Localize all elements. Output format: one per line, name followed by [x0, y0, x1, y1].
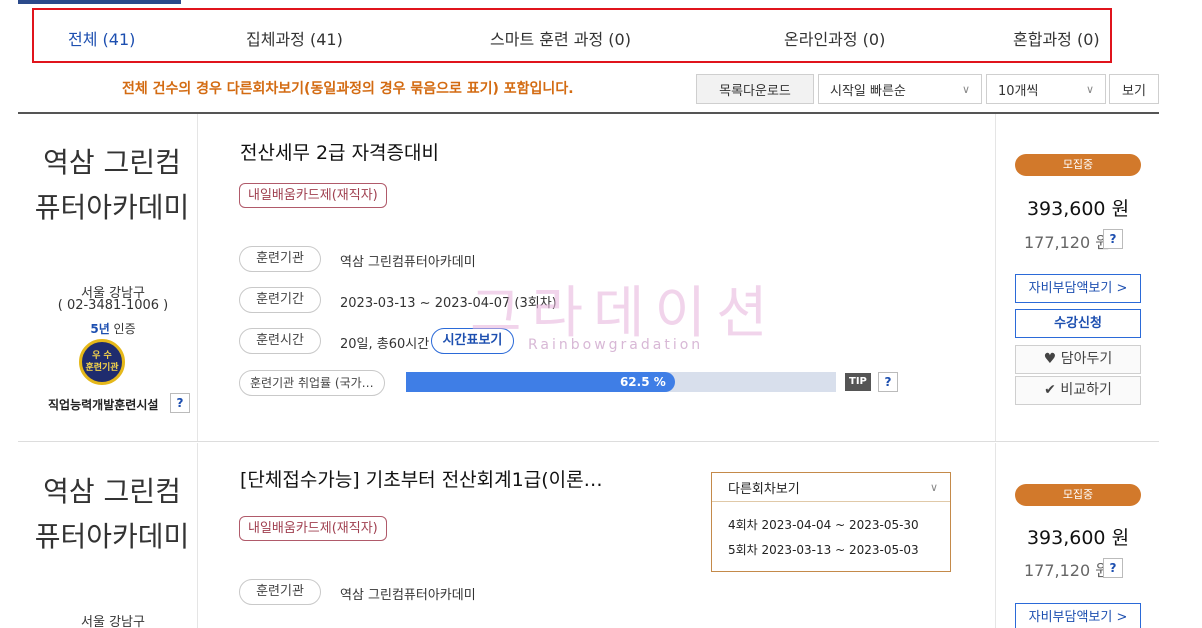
- chevron-down-icon: ∨: [929, 480, 938, 494]
- round-item[interactable]: 5회차 2023-03-13 ~ 2023-05-03: [728, 541, 919, 558]
- org-phone: ( 02-3481-1006 ): [57, 298, 169, 313]
- tab-blended[interactable]: 혼합과정 (0): [1013, 26, 1100, 50]
- org-label: 훈련기관: [239, 579, 321, 605]
- compare-button[interactable]: ✔ 비교하기: [1015, 376, 1141, 405]
- chevron-down-icon: ∨: [961, 82, 971, 96]
- sort-select[interactable]: 시작일 빠른순 ∨: [818, 74, 982, 104]
- heart-icon: ♥: [1043, 351, 1057, 367]
- period-label: 훈련기간: [239, 287, 321, 313]
- org-certification: 5년 인증: [18, 320, 208, 337]
- org-name[interactable]: 역삼 그린컴퓨터아카데미: [32, 140, 192, 230]
- cert-years: 5년: [90, 322, 110, 336]
- employment-rate-label: 62.5 %: [619, 375, 666, 389]
- top-accent-bar: [18, 0, 181, 4]
- price-column: 모집중 393,600 원 177,120 원 ? 자비부담액보기 >: [995, 443, 1159, 628]
- org-name[interactable]: 역삼 그린컴퓨터아카데미: [32, 469, 192, 559]
- check-icon: ✔: [1044, 382, 1056, 398]
- tab-online[interactable]: 온라인과정 (0): [784, 26, 885, 50]
- course-card: 역삼 그린컴퓨터아카데미 서울 강남구 [단체접수가능] 기초부터 전산회계1급…: [18, 443, 1159, 628]
- other-rounds-header[interactable]: 다른회차보기 ∨: [712, 473, 950, 502]
- page-size-select[interactable]: 10개씩 ∨: [986, 74, 1106, 104]
- funding-tag: 내일배움카드제(재직자): [239, 516, 387, 541]
- time-value: 20일, 총60시간: [340, 337, 430, 352]
- course-title[interactable]: [단체접수가능] 기초부터 전산회계1급(이론…: [240, 465, 603, 492]
- course-title[interactable]: 전산세무 2급 자격증대비: [240, 138, 439, 165]
- other-rounds-dropdown[interactable]: 다른회차보기 ∨ 4회차 2023-04-04 ~ 2023-05-30 5회차…: [711, 472, 951, 572]
- status-badge: 모집중: [1015, 484, 1141, 506]
- sort-select-value: 시작일 빠른순: [830, 83, 906, 99]
- help-icon[interactable]: ?: [170, 393, 190, 413]
- compare-label: 비교하기: [1060, 382, 1112, 398]
- self-pay-button[interactable]: 자비부담액보기 >: [1015, 274, 1141, 303]
- org-column: 역삼 그린컴퓨터아카데미 서울 강남구 ( 02-3481-1006 ) 5년 …: [18, 114, 198, 441]
- excellent-institution-badge-icon: 우 수 훈련기관: [79, 339, 125, 385]
- org-label: 훈련기관: [239, 246, 321, 272]
- page-size-value: 10개씩: [998, 83, 1039, 99]
- list-download-button[interactable]: 목록다운로드: [696, 74, 814, 104]
- employment-rate-bar: 62.5 %: [406, 372, 836, 392]
- price-column: 모집중 393,600 원 177,120 원 ? 자비부담액보기 > 수강신청…: [995, 114, 1159, 441]
- tab-smart[interactable]: 스마트 훈련 과정 (0): [490, 26, 631, 50]
- help-icon[interactable]: ?: [1103, 229, 1123, 249]
- course-price: 393,600 원: [1026, 527, 1130, 549]
- other-rounds-title: 다른회차보기: [728, 481, 800, 497]
- org-value: 역삼 그린컴퓨터아카데미: [340, 255, 476, 270]
- apply-button[interactable]: 수강신청: [1015, 309, 1141, 338]
- chevron-down-icon: ∨: [1085, 82, 1095, 96]
- count-notice: 전체 건수의 경우 다른회차보기(동일과정의 경우 묶음으로 표기) 포함입니다…: [122, 81, 574, 97]
- org-address: 서울 강남구: [81, 615, 145, 628]
- view-button[interactable]: 보기: [1109, 74, 1159, 104]
- round-item[interactable]: 4회차 2023-04-04 ~ 2023-05-30: [728, 516, 919, 533]
- help-icon[interactable]: ?: [878, 372, 898, 392]
- self-pay-price: 177,120 원: [1024, 233, 1110, 252]
- employment-label: 훈련기관 취업률 (국가…: [239, 370, 385, 396]
- course-type-tabs: 전체 (41) 집체과정 (41) 스마트 훈련 과정 (0) 온라인과정 (0…: [32, 8, 1112, 63]
- watermark-subtext: Rainbowgradation: [528, 337, 704, 353]
- tip-badge[interactable]: TIP: [845, 373, 871, 391]
- status-badge: 모집중: [1015, 154, 1141, 176]
- org-type: 직업능력개발훈련시설: [48, 398, 159, 412]
- cert-suffix: 인증: [109, 322, 136, 336]
- org-column: 역삼 그린컴퓨터아카데미 서울 강남구: [18, 443, 198, 628]
- help-icon[interactable]: ?: [1103, 558, 1123, 578]
- tab-all[interactable]: 전체 (41): [68, 26, 135, 50]
- time-label: 훈련시간: [239, 328, 321, 354]
- wishlist-button[interactable]: ♥ 담아두기: [1015, 345, 1141, 374]
- tab-group[interactable]: 집체과정 (41): [246, 26, 343, 50]
- self-pay-price: 177,120 원: [1024, 561, 1110, 580]
- course-price: 393,600 원: [1026, 198, 1130, 220]
- org-value: 역삼 그린컴퓨터아카데미: [340, 588, 476, 603]
- wishlist-label: 담아두기: [1060, 351, 1113, 367]
- self-pay-button[interactable]: 자비부담액보기 >: [1015, 603, 1141, 628]
- funding-tag: 내일배움카드제(재직자): [239, 183, 387, 208]
